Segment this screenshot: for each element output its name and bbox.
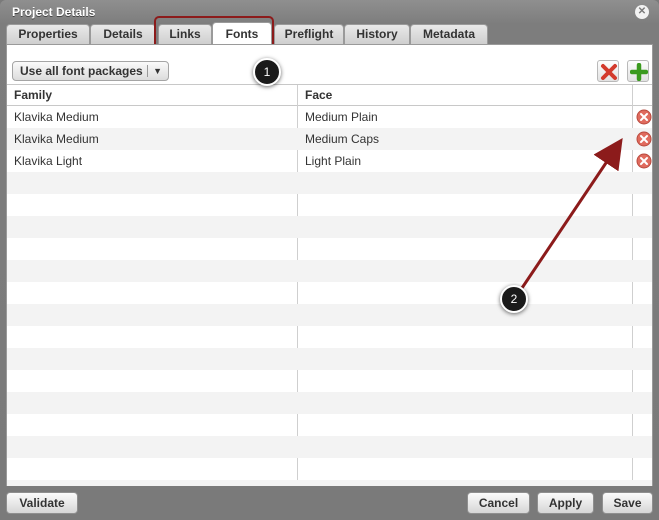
validate-button[interactable]: Validate — [6, 492, 78, 514]
cancel-button[interactable]: Cancel — [467, 492, 530, 514]
font-package-select[interactable]: Use all font packages ▼ — [12, 61, 169, 81]
tab-properties[interactable]: Properties — [6, 24, 90, 44]
table-row[interactable]: Klavika Medium Medium Plain — [7, 106, 652, 128]
table-row-empty — [7, 326, 652, 348]
table-row-empty — [7, 216, 652, 238]
callout-badge: 1 — [253, 58, 281, 86]
callout-badge: 2 — [500, 285, 528, 313]
table-row-empty — [7, 304, 652, 326]
chevron-down-icon: ▼ — [153, 66, 162, 76]
close-icon[interactable]: ✕ — [635, 5, 649, 19]
delete-row-icon[interactable] — [636, 131, 652, 147]
font-package-select-label: Use all font packages — [20, 64, 143, 78]
cell-family: Klavika Light — [14, 154, 83, 168]
table-header: Family Face — [7, 85, 652, 106]
remove-all-icon[interactable] — [597, 60, 619, 82]
tab-preflight[interactable]: Preflight — [274, 24, 344, 44]
table-row-empty — [7, 480, 652, 486]
add-icon[interactable] — [627, 60, 649, 82]
table-row[interactable]: Klavika Light Light Plain — [7, 150, 652, 172]
fonts-table: Family Face Klavika Medium Medium Plain … — [7, 85, 652, 486]
tab-fonts[interactable]: Fonts — [212, 22, 272, 44]
apply-button[interactable]: Apply — [537, 492, 594, 514]
table-row-empty — [7, 172, 652, 194]
dialog-title: Project Details — [12, 5, 96, 19]
table-row-empty — [7, 194, 652, 216]
table-row-empty — [7, 348, 652, 370]
table-row-empty — [7, 260, 652, 282]
column-face[interactable]: Face — [298, 85, 332, 106]
table-row[interactable]: Klavika Medium Medium Caps — [7, 128, 652, 150]
fonts-panel: Use all font packages ▼ Family Face Klav… — [6, 44, 653, 486]
cell-face: Medium Caps — [305, 132, 380, 146]
cell-family: Klavika Medium — [14, 132, 99, 146]
cell-face: Light Plain — [305, 154, 362, 168]
table-row-empty — [7, 282, 652, 304]
table-row-empty — [7, 238, 652, 260]
tab-details[interactable]: Details — [90, 24, 156, 44]
table-row-empty — [7, 370, 652, 392]
tab-links[interactable]: Links — [158, 24, 212, 44]
select-divider — [147, 65, 148, 77]
tab-history[interactable]: History — [344, 24, 410, 44]
delete-row-icon[interactable] — [636, 109, 652, 125]
table-row-empty — [7, 436, 652, 458]
delete-row-icon[interactable] — [636, 153, 652, 169]
cell-family: Klavika Medium — [14, 110, 99, 124]
save-button[interactable]: Save — [602, 492, 653, 514]
table-row-empty — [7, 458, 652, 480]
table-row-empty — [7, 392, 652, 414]
tab-metadata[interactable]: Metadata — [410, 24, 488, 44]
column-family[interactable]: Family — [7, 85, 52, 106]
project-details-dialog: Project Details ✕ Properties Details Lin… — [0, 0, 659, 520]
table-row-empty — [7, 414, 652, 436]
cell-face: Medium Plain — [305, 110, 378, 124]
toolbar: Use all font packages ▼ — [7, 45, 652, 85]
